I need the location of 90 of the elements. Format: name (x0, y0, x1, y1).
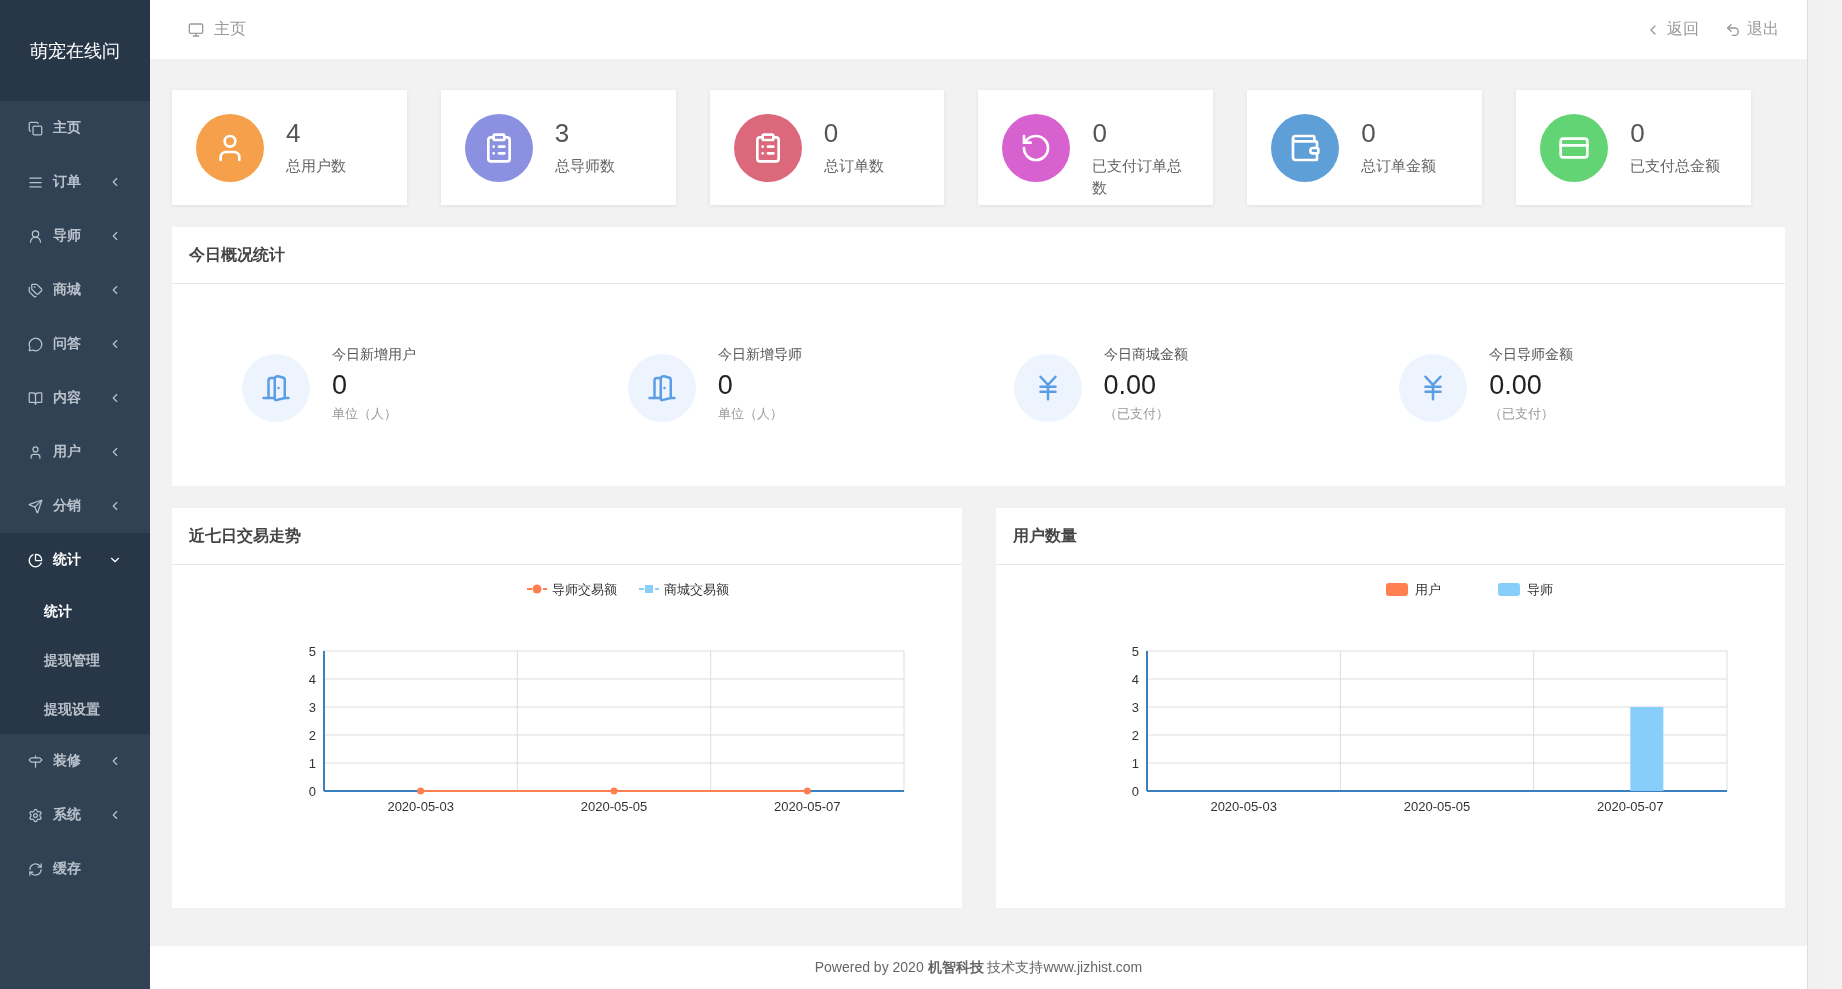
refresh-icon (28, 861, 43, 877)
today-value: 0.00 (1103, 370, 1158, 401)
footer-text: Powered by 2020 机智科技 技术支持www.jizhist.com (814, 958, 1143, 977)
today-unit: 单位（人） (717, 405, 784, 423)
stat-value: 0 (1630, 118, 1646, 149)
sidebar-item[interactable]: 内容 (0, 371, 150, 425)
sidebar-item[interactable]: 主页 (0, 101, 150, 155)
today-unit: （已支付） (1489, 405, 1556, 423)
today-label: 今日新增导师 (717, 346, 802, 364)
axis-tick-label: 2020-05-03 (1210, 799, 1278, 814)
sidebar-item[interactable]: 用户 (0, 425, 150, 479)
header-link[interactable]: 返回 (1645, 19, 1699, 40)
legend-marker-icon (525, 584, 548, 594)
legend-marker-icon (637, 585, 660, 593)
signpost-icon (28, 753, 43, 769)
paper-plane-icon (28, 498, 43, 514)
sidebar-item[interactable]: 装修 (0, 734, 150, 788)
copy-icon (28, 120, 43, 136)
axis-tick-label: 2020-05-05 (580, 799, 647, 814)
axis-tick-label: 1 (308, 756, 316, 771)
data-point (803, 787, 811, 795)
panel-title: 近七日交易走势 (172, 508, 962, 565)
axis-tick-label: 2020-05-07 (1597, 799, 1664, 814)
today-value: 0.00 (1489, 370, 1543, 401)
sidebar-subitem[interactable]: 提现设置 (0, 685, 150, 734)
stat-value: 3 (554, 118, 571, 149)
axis-tick-label: 3 (1132, 700, 1140, 715)
sidebar-item[interactable]: 商城 (0, 263, 150, 317)
stat-value: 4 (286, 118, 302, 149)
chat-icon (28, 336, 43, 352)
legend-label[interactable]: 商城交易额 (663, 582, 729, 597)
pie-chart-icon (28, 552, 43, 568)
header-link[interactable]: 退出 (1725, 19, 1779, 40)
sidebar-subitem[interactable]: 统计 (0, 587, 150, 636)
sidebar-item[interactable]: 问答 (0, 317, 150, 371)
stat-label: 已支付总金额 (1630, 156, 1721, 176)
stat-label: 总订单金额 (1361, 156, 1437, 176)
user-icon (28, 228, 43, 244)
axis-tick-label: 2 (308, 728, 316, 743)
legend-label[interactable]: 用户 (1415, 582, 1442, 597)
legend-label[interactable]: 导师交易额 (551, 582, 617, 597)
axis-tick-label: 2020-05-07 (773, 799, 841, 814)
panel-title: 用户数量 (995, 508, 1785, 565)
data-point (610, 787, 618, 795)
axis-tick-label: 5 (308, 644, 316, 659)
axis-tick-label: 2020-05-03 (387, 799, 454, 814)
stat-label: 已支付订单总数 (1092, 156, 1184, 198)
today-label: 今日新增用户 (332, 346, 416, 364)
stat-value: 0 (1361, 118, 1377, 149)
stat-label: 总订单数 (823, 156, 884, 176)
gear-icon (28, 807, 43, 823)
today-label: 今日商城金额 (1103, 346, 1188, 364)
axis-tick-label: 4 (308, 672, 316, 687)
sidebar-item[interactable]: 统计 (0, 533, 150, 587)
axis-tick-label: 3 (308, 700, 316, 715)
axis-tick-label: 4 (1132, 672, 1140, 687)
sidebar-subitem[interactable]: 提现管理 (0, 636, 150, 685)
today-value: 0 (332, 370, 349, 401)
stat-value: 0 (1092, 118, 1108, 149)
stat-label: 总用户数 (286, 156, 346, 176)
list-icon (28, 174, 43, 190)
today-value: 0 (717, 370, 734, 401)
axis-tick-label: 2 (1132, 728, 1140, 743)
today-label: 今日导师金额 (1489, 346, 1574, 364)
panel-title: 今日概况统计 (172, 227, 1785, 284)
brand-title: 萌宠在线问 (0, 0, 150, 101)
stat-label: 总导师数 (554, 156, 615, 176)
axis-tick-label: 5 (1132, 644, 1140, 659)
sidebar-item[interactable]: 系统 (0, 788, 150, 842)
monitor-icon (188, 21, 204, 38)
stat-value: 0 (823, 118, 840, 149)
breadcrumb: 主页 (214, 19, 247, 39)
legend-marker-icon (1498, 583, 1521, 596)
axis-tick-label: 0 (1132, 784, 1140, 799)
person-icon (28, 444, 43, 460)
data-point (416, 787, 424, 795)
axis-tick-label: 0 (308, 784, 316, 799)
legend-label[interactable]: 导师 (1527, 582, 1554, 597)
axis-tick-label: 2020-05-05 (1404, 799, 1471, 814)
undo-icon (1725, 21, 1741, 38)
today-unit: （已支付） (1103, 405, 1170, 423)
legend-marker-icon (1386, 583, 1409, 596)
sidebar-item[interactable]: 缓存 (0, 842, 150, 896)
tag-icon (28, 282, 43, 298)
sidebar-item[interactable]: 导师 (0, 209, 150, 263)
sidebar-item[interactable]: 订单 (0, 155, 150, 209)
axis-tick-label: 1 (1132, 756, 1140, 771)
book-icon (28, 390, 43, 406)
sidebar-item[interactable]: 分销 (0, 479, 150, 533)
today-unit: 单位（人） (332, 405, 398, 423)
